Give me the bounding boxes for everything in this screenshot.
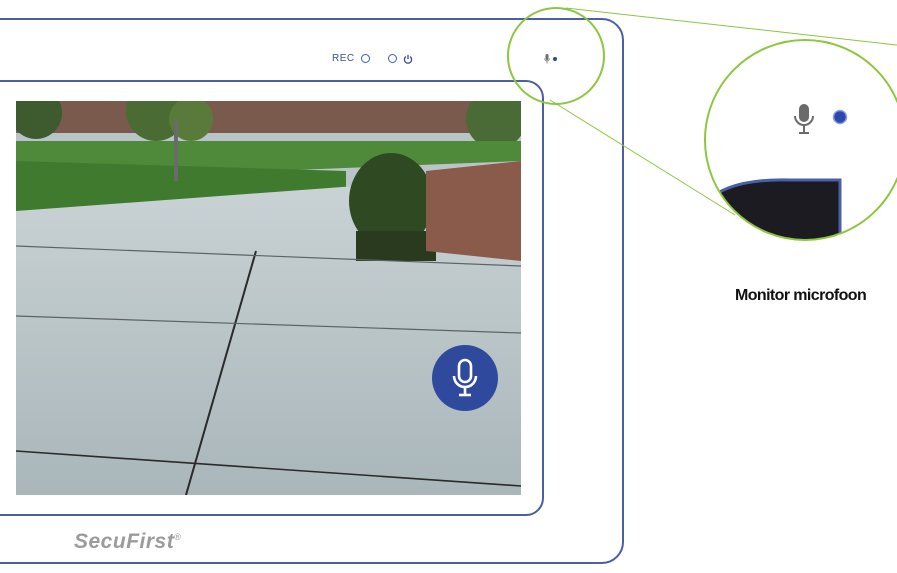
camera-view <box>16 101 521 495</box>
zoom-mic-indicator <box>832 109 848 125</box>
camera-image <box>16 101 521 495</box>
status-bar: REC <box>332 53 413 64</box>
mic-status <box>544 54 557 64</box>
zoom-microphone-icon <box>794 104 814 134</box>
microphone-icon <box>544 54 550 64</box>
rec-indicator-icon <box>360 54 370 63</box>
callout-caption: Monitor microfoon <box>735 287 867 304</box>
brand-logo: SecuFirst® <box>74 530 182 553</box>
microphone-icon <box>452 358 478 397</box>
power-icon[interactable] <box>403 54 413 64</box>
mic-active-dot <box>553 57 557 61</box>
ring-led-icon <box>387 54 397 63</box>
push-to-talk-button[interactable] <box>432 345 498 411</box>
rec-label: REC <box>332 53 355 64</box>
